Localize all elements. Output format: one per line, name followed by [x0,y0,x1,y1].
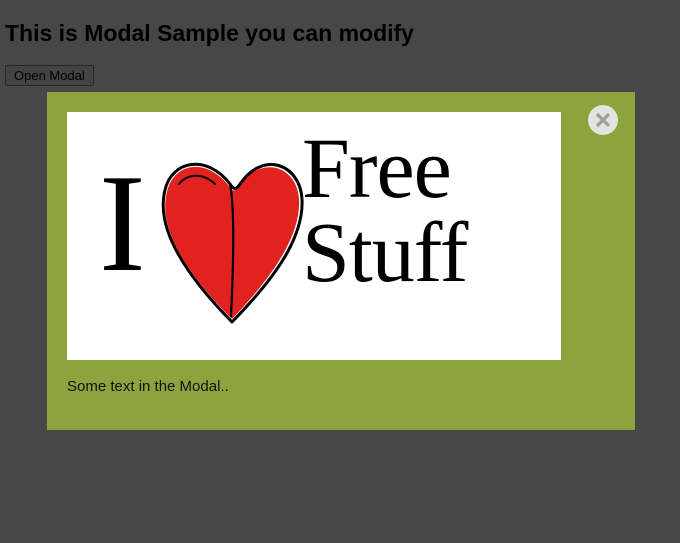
close-button[interactable] [588,105,618,135]
heart-icon [157,144,307,334]
modal-body-text: Some text in the Modal.. [67,378,615,395]
hero-letter-i: I [99,154,146,294]
hero-line2: Stuff [302,210,467,294]
hero-line1: Free [302,126,467,210]
hero-text: Free Stuff [302,126,467,295]
modal-overlay[interactable]: I Free Stuff Some text in the Modal.. [0,0,680,543]
modal-dialog: I Free Stuff Some text in the Modal.. [47,92,635,430]
hero-image: I Free Stuff [67,112,561,360]
close-icon [595,112,611,128]
